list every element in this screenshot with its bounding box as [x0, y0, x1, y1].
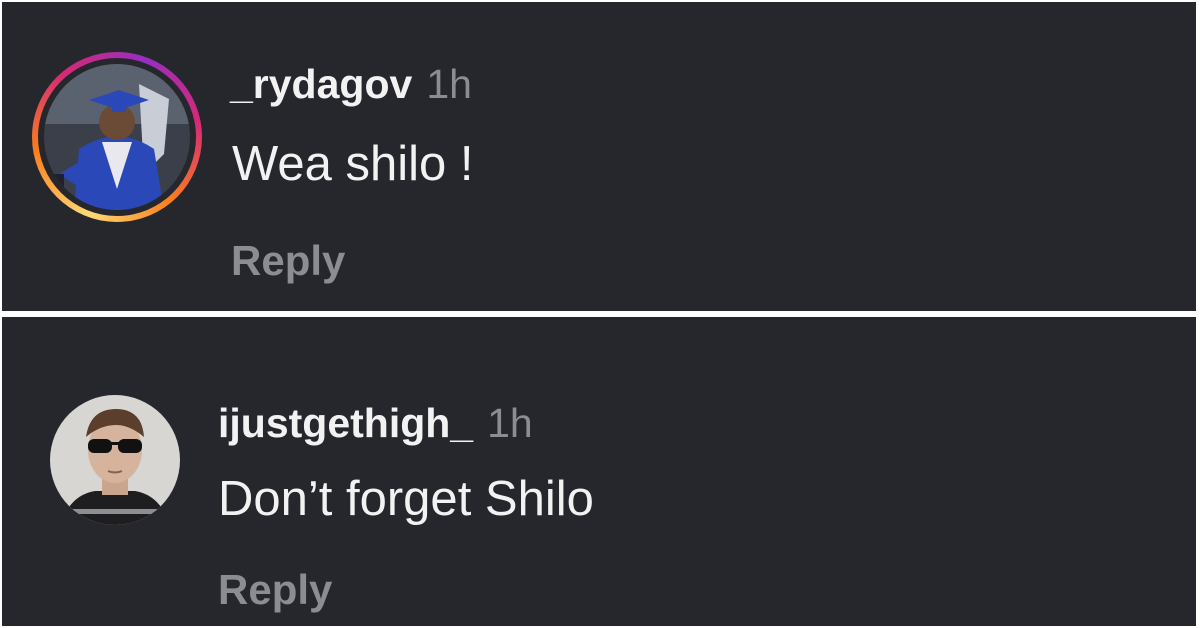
avatar[interactable]: [44, 64, 190, 210]
username-text[interactable]: _rydagov: [230, 61, 412, 107]
comment-username[interactable]: ijustgethigh_ 1h: [218, 403, 533, 444]
comment-item: _rydagov 1h Wea shilo ! Reply: [2, 2, 1196, 311]
comment-timestamp: 1h: [487, 400, 533, 446]
comment-item: ijustgethigh_ 1h Don’t forget Shilo Reply: [2, 317, 1196, 626]
reply-button[interactable]: Reply: [231, 240, 345, 282]
reply-button[interactable]: Reply: [218, 569, 332, 611]
comment-timestamp: 1h: [426, 61, 472, 107]
sunglasses-portrait-icon: [50, 395, 180, 525]
avatar[interactable]: [50, 395, 180, 525]
comment-text: Don’t forget Shilo: [218, 472, 594, 526]
username-text[interactable]: ijustgethigh_: [218, 400, 473, 446]
comment-text: Wea shilo !: [232, 137, 474, 191]
graduation-photo-icon: [44, 64, 190, 210]
story-ring[interactable]: [32, 52, 202, 222]
comment-username[interactable]: _rydagov 1h: [230, 64, 472, 105]
